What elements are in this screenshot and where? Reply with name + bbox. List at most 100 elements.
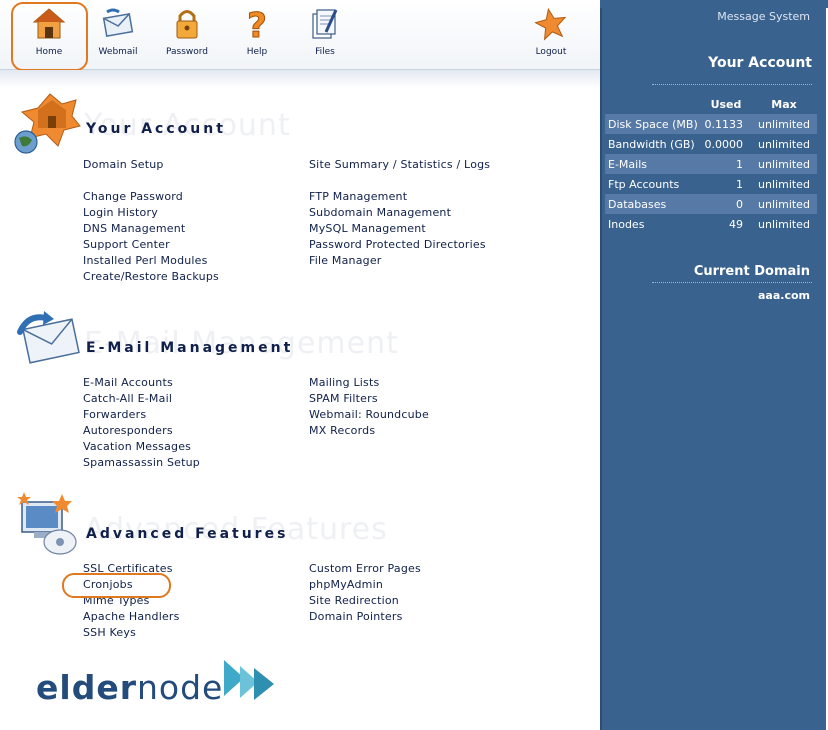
password-label: Password: [165, 47, 209, 57]
spam-filters-link[interactable]: SPAM Filters: [309, 392, 378, 405]
used-column-header: Used: [710, 97, 742, 111]
svg-text:?: ?: [247, 6, 267, 42]
ssl-certificates-link[interactable]: SSL Certificates: [83, 562, 173, 575]
ftp-management-link[interactable]: FTP Management: [309, 190, 407, 203]
usage-used: 0.0000: [704, 137, 744, 151]
home-icon: [32, 8, 66, 39]
current-domain-value: aaa.com: [758, 289, 810, 302]
usage-used: 0: [701, 194, 751, 214]
sidebar-account-title: Your Account: [708, 55, 812, 71]
help-button[interactable]: ? Help: [222, 6, 292, 66]
ssh-keys-link[interactable]: SSH Keys: [83, 626, 136, 639]
vacation-messages-link[interactable]: Vacation Messages: [83, 440, 191, 453]
divider: [652, 84, 812, 85]
protected-directories-link[interactable]: Password Protected Directories: [309, 238, 486, 251]
logo-thin: node: [136, 668, 224, 707]
autoresponders-link[interactable]: Autoresponders: [83, 424, 173, 437]
catch-all-link[interactable]: Catch-All E-Mail: [83, 392, 172, 405]
usage-label: Disk Space (MB): [605, 114, 701, 134]
usage-row-databases: Databases 0 unlimited: [605, 194, 817, 214]
advanced-features-icon: [17, 492, 77, 555]
logout-label: Logout: [535, 47, 567, 57]
custom-error-pages-link[interactable]: Custom Error Pages: [309, 562, 421, 575]
domain-setup-link[interactable]: Domain Setup: [83, 158, 164, 171]
current-domain-title: Current Domain: [693, 264, 810, 279]
webmail-button[interactable]: Webmail: [83, 6, 153, 66]
usage-label: Ftp Accounts: [608, 177, 680, 191]
usage-header-row: Used Max: [605, 94, 817, 114]
usage-used: 49: [729, 217, 743, 231]
usage-used: 0.1133: [701, 114, 751, 134]
mailing-lists-link[interactable]: Mailing Lists: [309, 376, 379, 389]
file-manager-link[interactable]: File Manager: [309, 254, 382, 267]
logout-button[interactable]: Logout: [516, 6, 586, 66]
dns-management-link[interactable]: DNS Management: [83, 222, 185, 235]
usage-max: unlimited: [758, 137, 810, 151]
usage-max: unlimited: [758, 177, 810, 191]
max-column-header: Max: [771, 97, 797, 111]
webmail-label: Webmail: [98, 47, 138, 57]
domain-pointers-link[interactable]: Domain Pointers: [309, 610, 403, 623]
subdomain-management-link[interactable]: Subdomain Management: [309, 206, 451, 219]
logo-bold: elder: [36, 668, 137, 707]
email-management-heading: E-Mail Management: [86, 340, 294, 356]
mime-types-link[interactable]: Mime Types: [83, 594, 150, 607]
webmail-roundcube-link[interactable]: Webmail: Roundcube: [309, 408, 429, 421]
account-icon: [14, 93, 81, 154]
files-label: Files: [315, 47, 335, 57]
logo-arrows-icon: [224, 660, 274, 700]
divider: [652, 282, 812, 283]
top-toolbar: Home Webmail Password ? Help Files Logou…: [0, 0, 600, 70]
usage-row-ftp: Ftp Accounts 1 unlimited: [605, 174, 817, 194]
email-icon: [17, 311, 80, 364]
backups-link[interactable]: Create/Restore Backups: [83, 270, 219, 283]
message-system-link[interactable]: Message System: [717, 10, 810, 23]
usage-label: Inodes: [608, 217, 645, 231]
usage-table: Used Max Disk Space (MB) 0.1133 unlimite…: [605, 94, 817, 234]
apache-handlers-link[interactable]: Apache Handlers: [83, 610, 180, 623]
site-summary-link[interactable]: Site Summary / Statistics / Logs: [309, 158, 490, 171]
phpmyadmin-link[interactable]: phpMyAdmin: [309, 578, 383, 591]
usage-label: Bandwidth (GB): [608, 137, 695, 151]
support-center-link[interactable]: Support Center: [83, 238, 170, 251]
mx-records-link[interactable]: MX Records: [309, 424, 375, 437]
files-icon: [312, 9, 338, 39]
email-accounts-link[interactable]: E-Mail Accounts: [83, 376, 173, 389]
forwarders-link[interactable]: Forwarders: [83, 408, 146, 421]
usage-max: unlimited: [751, 194, 817, 214]
files-button[interactable]: Files: [290, 6, 360, 66]
advanced-features-heading: Advanced Features: [86, 526, 289, 542]
spamassassin-link[interactable]: Spamassassin Setup: [83, 456, 200, 469]
perl-modules-link[interactable]: Installed Perl Modules: [83, 254, 208, 267]
usage-max: unlimited: [751, 154, 817, 174]
help-icon: ?: [247, 6, 268, 42]
sidebar-top-bar: [600, 0, 828, 8]
usage-label: E-Mails: [605, 154, 701, 174]
usage-row-bandwidth: Bandwidth (GB) 0.0000 unlimited: [605, 134, 817, 154]
star-icon: [534, 7, 567, 41]
logo-text: eldernode: [36, 668, 223, 707]
usage-used: 1: [736, 177, 743, 191]
lock-icon: [176, 10, 198, 39]
usage-max: unlimited: [758, 217, 810, 231]
usage-row-inodes: Inodes 49 unlimited: [605, 214, 817, 234]
usage-used: 1: [701, 154, 751, 174]
webmail-icon: [102, 8, 134, 37]
home-button[interactable]: Home: [14, 6, 84, 66]
site-redirection-link[interactable]: Site Redirection: [309, 594, 399, 607]
your-account-heading: Your Account: [86, 121, 226, 137]
change-password-link[interactable]: Change Password: [83, 190, 183, 203]
account-sidebar: Message System Your Account Used Max Dis…: [600, 8, 826, 730]
usage-label: Databases: [605, 194, 701, 214]
usage-max: unlimited: [751, 114, 817, 134]
login-history-link[interactable]: Login History: [83, 206, 158, 219]
password-button[interactable]: Password: [152, 6, 222, 66]
cronjobs-link[interactable]: Cronjobs: [83, 578, 133, 591]
home-label: Home: [35, 47, 63, 57]
usage-row-emails: E-Mails 1 unlimited: [605, 154, 817, 174]
toolbar-shadow: [0, 70, 600, 88]
help-label: Help: [246, 47, 268, 57]
mysql-management-link[interactable]: MySQL Management: [309, 222, 426, 235]
usage-row-disk: Disk Space (MB) 0.1133 unlimited: [605, 114, 817, 134]
usage-header-blank: [605, 94, 701, 114]
